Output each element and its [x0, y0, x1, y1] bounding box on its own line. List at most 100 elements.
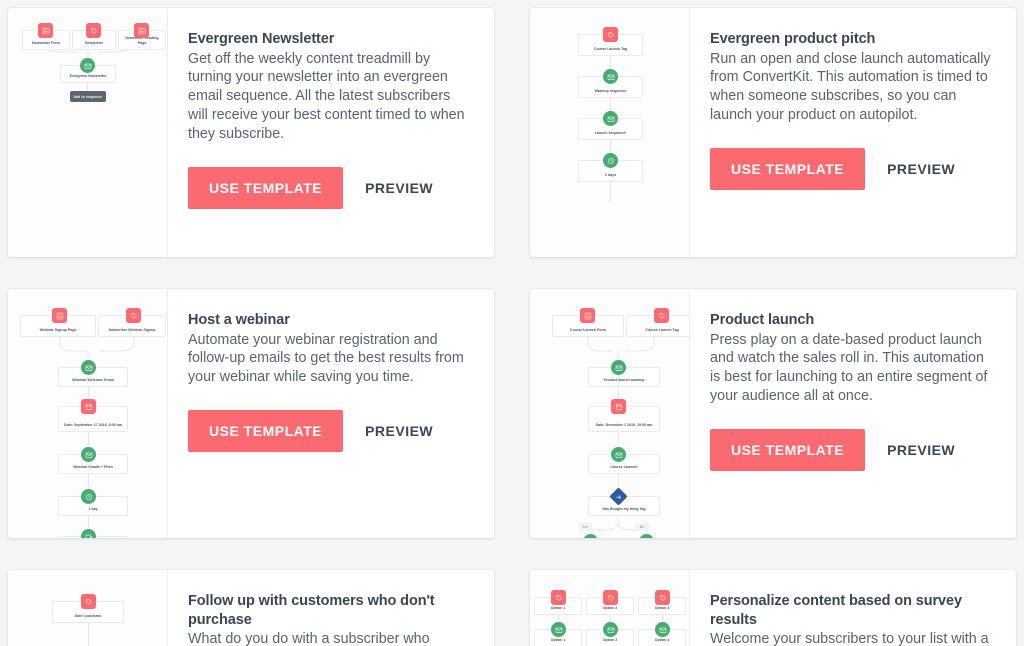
use-template-button[interactable]: USE TEMPLATE — [710, 147, 866, 190]
flow-connector — [88, 516, 89, 529]
flow-connector — [88, 385, 89, 399]
tag-icon — [86, 23, 101, 38]
page-title: Host a webinar — [188, 312, 290, 328]
flow-node-label: Option 1 — [550, 638, 566, 643]
email-icon — [603, 622, 618, 637]
use-template-button[interactable]: USE TEMPLATE — [188, 166, 344, 209]
template-card-content: Evergreen Newsletter Get off the weekly … — [168, 8, 494, 257]
flow-node-label: Didn't purchase — [74, 614, 102, 619]
calendar-icon — [611, 399, 626, 414]
automation-preview-panel[interactable]: Webinar Signup Page Subscriber Webinar S… — [8, 289, 168, 538]
flow-node-label: Subscriber Webinar Signup — [108, 328, 156, 333]
flow-node-label: Newsletter Form — [31, 41, 61, 46]
email-icon — [603, 111, 618, 126]
template-card[interactable]: Webinar Signup Page Subscriber Webinar S… — [8, 289, 494, 538]
template-card[interactable]: Didn't purchase Follow up with customers… — [8, 570, 494, 646]
branch-connectors — [589, 516, 647, 538]
card-actions: USE TEMPLATE PREVIEW — [188, 410, 472, 453]
flow-node-label: Date: September 27 2018, 8:00 am — [64, 423, 122, 428]
email-icon — [81, 360, 96, 375]
template-card-content: Evergreen product pitch Run an open and … — [690, 8, 1016, 257]
automation-preview-panel[interactable]: Newsletter Form Newsletter Newsletter La… — [8, 8, 168, 257]
use-template-button[interactable]: USE TEMPLATE — [710, 428, 866, 471]
preview-button[interactable]: PREVIEW — [887, 442, 955, 458]
form-icon — [52, 308, 67, 323]
email-icon — [551, 622, 566, 637]
template-card[interactable]: Option 1 Option 2 Option 3 Option 1 Opti… — [530, 570, 1016, 646]
tag-icon — [654, 308, 669, 323]
flow-connectors — [587, 337, 655, 359]
flow-node-label: Option 1 — [550, 606, 566, 611]
preview-button[interactable]: PREVIEW — [365, 423, 433, 439]
form-icon — [134, 23, 149, 38]
flow-connector — [88, 432, 89, 446]
template-description: What do you do with a subscriber who doe… — [188, 631, 430, 646]
flow-node-label: Course Launch Form — [569, 328, 607, 333]
template-card[interactable]: Course Launch Form Course Launch Tag Pro… — [530, 289, 1016, 538]
template-card[interactable]: Newsletter Form Newsletter Newsletter La… — [8, 8, 494, 257]
flow-node-label: Course Launch! — [610, 465, 638, 470]
use-template-button[interactable]: USE TEMPLATE — [188, 410, 344, 453]
page-title: Personalize content based on survey resu… — [710, 593, 962, 628]
flow-connector — [618, 432, 619, 446]
flow-node-label: Webinar Emails + Pitch — [73, 465, 113, 470]
tag-icon — [126, 308, 141, 323]
automation-preview-panel[interactable]: Course Launch Tag Warmup sequence Launch… — [530, 8, 690, 257]
form-icon — [580, 308, 595, 323]
flow-diagram: Course Launch Form Course Launch Tag Pro… — [530, 289, 689, 538]
flow-node-label: Option 3 — [654, 638, 670, 643]
branch-yes-text: Yes — [582, 525, 588, 529]
flow-connector — [88, 623, 89, 646]
preview-button[interactable]: PREVIEW — [365, 180, 433, 196]
flow-node-label: Warmup sequence — [594, 89, 627, 94]
flow-diagram: Webinar Signup Page Subscriber Webinar S… — [8, 289, 167, 538]
page-title: Follow up with customers who don't purch… — [188, 593, 435, 628]
automation-preview-panel[interactable]: Option 1 Option 2 Option 3 Option 1 Opti… — [530, 570, 690, 646]
template-card-content: Personalize content based on survey resu… — [690, 570, 1016, 646]
flow-node-label: Launch sequence! — [594, 131, 627, 136]
flow-diagram: Option 1 Option 2 Option 3 Option 1 Opti… — [530, 570, 689, 646]
add-to-sequence-button[interactable]: Add to sequence — [70, 91, 106, 102]
preview-button[interactable]: PREVIEW — [887, 161, 955, 177]
flow-diagram: Newsletter Form Newsletter Newsletter La… — [8, 8, 167, 257]
flow-node-label: Product launch warmup — [603, 378, 645, 383]
branch-label-yes: Yes — [578, 523, 592, 531]
form-icon — [38, 23, 53, 38]
email-icon — [80, 58, 95, 73]
email-icon — [611, 447, 626, 462]
flow-node-label: Has Bought my thing Tag — [602, 507, 646, 512]
template-card[interactable]: Course Launch Tag Warmup sequence Launch… — [530, 8, 1016, 257]
flow-diagram: Course Launch Tag Warmup sequence Launch… — [530, 8, 689, 257]
tag-icon — [81, 594, 96, 609]
clock-icon — [81, 489, 96, 504]
flow-node-label: Course Launch Tag — [645, 328, 679, 333]
flow-node-label: Course Launch Tag — [593, 47, 628, 52]
page-title: Evergreen Newsletter — [188, 31, 335, 47]
email-icon — [603, 69, 618, 84]
automation-preview-panel[interactable]: Didn't purchase — [8, 570, 168, 646]
flow-connector — [618, 385, 619, 399]
sequence-icon — [81, 529, 96, 538]
card-actions: USE TEMPLATE PREVIEW — [710, 428, 994, 471]
template-description: Get off the weekly content treadmill by … — [188, 50, 465, 142]
flow-connector — [88, 474, 89, 487]
template-card-grid: Newsletter Form Newsletter Newsletter La… — [0, 0, 1024, 646]
template-description: Welcome your subscribers to your list wi… — [710, 631, 989, 646]
flow-node-label: 1 day — [88, 507, 98, 512]
automation-preview-panel[interactable]: Course Launch Form Course Launch Tag Pro… — [530, 289, 690, 538]
page-title: Evergreen product pitch — [710, 31, 876, 47]
tag-icon — [655, 590, 670, 605]
flow-node-label: Newsletter — [84, 41, 104, 46]
flow-connector — [618, 474, 619, 487]
branch-label-no: No — [635, 523, 649, 531]
flow-connector — [610, 182, 611, 202]
template-card-content: Host a webinar Automate your webinar reg… — [168, 289, 494, 538]
calendar-icon — [81, 399, 96, 414]
template-description: Run an open and close launch automatical… — [710, 50, 991, 124]
email-icon — [611, 360, 626, 375]
flow-node-label: Date: December 1 2019, 10:00 am — [595, 423, 653, 428]
add-to-sequence-label: Add to sequence — [73, 94, 103, 99]
template-card-content: Product launch Press play on a date-base… — [690, 289, 1016, 538]
flow-node-label: Webinar Welcome Email — [72, 378, 114, 383]
template-description: Automate your webinar registration and f… — [188, 331, 464, 386]
